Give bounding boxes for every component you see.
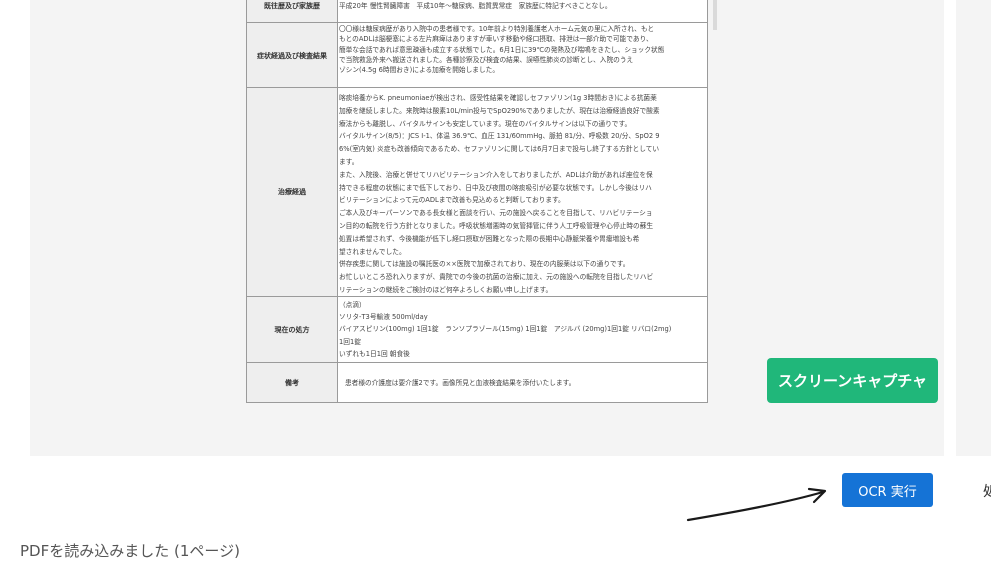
text-line: ゾシン(4.5g 6時間おき)による加療を開始しました。	[339, 66, 500, 75]
doc-row-notes: 備考 患者様の介護度は要介護2です。画像所見と血液検査結果を添付いたします。	[247, 362, 707, 402]
text-line: バイアスピリン(100mg) 1回1錠 ランソプラゾール(15mg) 1回1錠 …	[339, 325, 672, 334]
right-panel	[956, 0, 991, 456]
arrow-icon	[686, 487, 827, 522]
text-line: 〇〇様は糖尿病歴があり入院中の患者様です。10年前より特別養護老人ホーム元気の里…	[339, 25, 655, 33]
cut-off-label: 処	[983, 484, 991, 500]
doc-row-treatment: 治療経過 喀痰培養からK. pneumoniaeが検出され、感受性結果を確認しセ…	[247, 87, 707, 296]
text-line: また、入院後、治療と併せてリハビリテーション介入をしておりましたが、ADLは介助…	[339, 170, 653, 179]
screen-capture-button[interactable]: スクリーンキャプチャ	[767, 358, 938, 403]
row-value: 〇〇様は糖尿病歴があり入院中の患者様です。10年前より特別養護老人ホーム元気の里…	[339, 24, 703, 88]
row-label: 現在の処方	[247, 297, 338, 362]
text-line: もとのADLは脳梗塞による左片麻痺はありますが車いす移動や経口摂取、排泄は一部介…	[339, 35, 653, 44]
text-line: 望されませんでした。	[339, 247, 406, 256]
text-line: 喀痰培養からK. pneumoniaeが検出され、感受性結果を確認しセファゾリン…	[339, 94, 657, 102]
text-line: 6%(室内気) 炎症も改善傾向であるため、セファゾリンに関しては6月7日まで投与…	[339, 145, 660, 154]
doc-row-symptoms: 症状経過及び検査結果 〇〇様は糖尿病歴があり入院中の患者様です。10年前より特別…	[247, 22, 707, 88]
text-line: 併存疾患に関しては施設の嘱託医の××医院で加療されており、現在の内服薬は以下の通…	[339, 260, 630, 269]
text-line: いずれも1日1回 朝食後	[339, 349, 410, 358]
text-line: （点滴）	[339, 301, 366, 309]
preview-scrollbar[interactable]	[713, 0, 717, 30]
text-line: ン目的の転院を行う方針となりました。呼吸状態増悪時の気管挿管に伴う人工呼吸管理や…	[339, 221, 654, 230]
pdf-page-preview: 既往歴及び家族歴 平成20年 慢性腎臓障害 平成10年～糖尿病、脂質異常症 家族…	[246, 0, 708, 403]
ocr-run-button[interactable]: OCR 実行	[842, 473, 933, 507]
row-value: 平成20年 慢性腎臓障害 平成10年～糖尿病、脂質異常症 家族歴に特記すべきこと…	[339, 1, 703, 23]
text-line: 平成20年 慢性腎臓障害 平成10年～糖尿病、脂質異常症 家族歴に特記すべきこと…	[339, 2, 612, 10]
row-value: 患者様の介護度は要介護2です。画像所見と血液検査結果を添付いたします。	[339, 363, 703, 402]
text-line: 患者様の介護度は要介護2です。画像所見と血液検査結果を添付いたします。	[345, 378, 576, 387]
row-label: 既往歴及び家族歴	[247, 0, 338, 23]
row-value: 喀痰培養からK. pneumoniaeが検出され、感受性結果を確認しセファゾリン…	[339, 92, 703, 296]
text-line: ます。	[339, 157, 359, 166]
text-line: ソリタ-T3号輸液 500ml/day	[339, 313, 428, 322]
row-label: 治療経過	[247, 88, 338, 296]
text-line: ビリテーションによって元のADLまで改善も見込めると判断しております。	[339, 196, 565, 205]
text-line: 簡単な会話であれば意思疎通も成立する状態でした。6月1日に39℃の発熱及び喘鳴を…	[339, 45, 665, 54]
row-label: 症状経過及び検査結果	[247, 23, 338, 88]
doc-row-prescription: 現在の処方 （点滴） ソリタ-T3号輸液 500ml/day バイアスピリン(1…	[247, 296, 707, 362]
text-line: 1回1錠	[339, 337, 361, 346]
text-line: お忙しいところ恐れ入りますが、貴院での今後の抗菌の治療に加え、元の施設への転院を…	[339, 273, 654, 282]
text-line: 処置は希望されず、今後機能が低下し経口摂取が困難となった際の長期中心静脈栄養や胃…	[339, 234, 640, 243]
status-text: PDFを読み込みました (1ページ)	[20, 542, 240, 560]
text-line: リテーションの継続をご検討のほど何卒よろしくお願い申し上げます。	[339, 285, 553, 294]
doc-row-history: 既往歴及び家族歴 平成20年 慢性腎臓障害 平成10年～糖尿病、脂質異常症 家族…	[247, 0, 707, 23]
text-line: バイタルサイン(8/5)：JCS Ⅰ-1、体温 36.9℃、血圧 131/60m…	[339, 132, 660, 141]
text-line: ご本人及びキーパーソンである長女様と面談を行い、元の施設へ戻ることを目指して、リ…	[339, 209, 653, 218]
text-line: 持できる程度の状態にまで低下しており、日中及び夜間の喀痰吸引が必要な状態です。し…	[339, 183, 652, 192]
text-line: で当院救急外来へ搬送されました。各種診察及び検査の結果、誤嚥性肺炎の診断とし、入…	[339, 56, 634, 65]
row-label: 備考	[247, 363, 338, 402]
text-line: 加療を継続しました。来院時は酸素10L/min投与でSpO290%でありましたが…	[339, 106, 660, 115]
row-value: （点滴） ソリタ-T3号輸液 500ml/day バイアスピリン(100mg) …	[339, 299, 703, 362]
text-line: 療法からも離脱し、バイタルサインも安定しています。現在のバイタルサインは以下の通…	[339, 119, 632, 128]
